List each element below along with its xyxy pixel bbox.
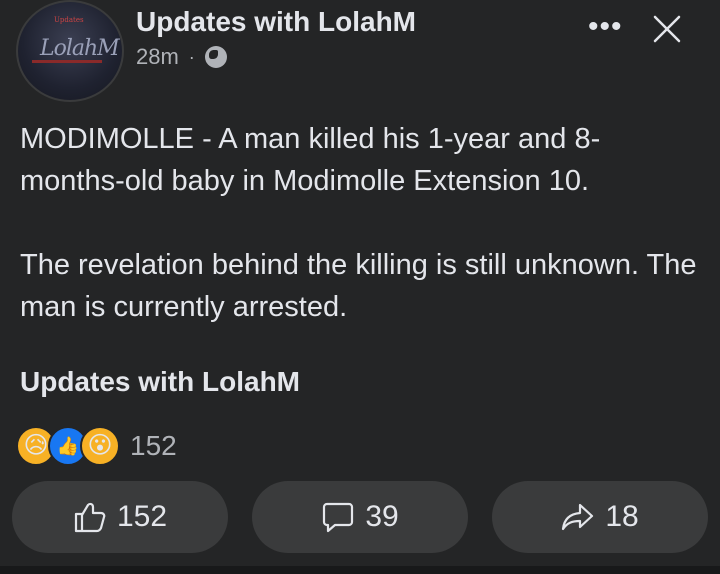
close-icon <box>653 15 681 43</box>
close-button[interactable] <box>652 14 682 44</box>
share-button[interactable]: 18 <box>492 481 708 553</box>
thumbs-up-icon <box>74 502 106 533</box>
bottom-divider <box>0 566 720 574</box>
like-count: 152 <box>116 500 168 533</box>
post-meta: 28m · <box>136 44 227 70</box>
post-paragraph-1: MODIMOLLE - A man killed his 1-year and … <box>20 123 601 197</box>
author-avatar[interactable]: Updates LolahM <box>16 0 124 102</box>
post-signature: Updates with LolahM <box>20 366 300 397</box>
post-paragraph-2: The revelation behind the killing is sti… <box>20 249 697 323</box>
post-text: MODIMOLLE - A man killed his 1-year and … <box>20 118 700 370</box>
comment-icon <box>323 502 354 533</box>
share-count: 18 <box>605 500 639 533</box>
post-time[interactable]: 28m <box>136 44 179 70</box>
comment-button[interactable]: 39 <box>252 481 468 553</box>
more-options-button[interactable]: ••• <box>588 12 623 42</box>
reaction-count: 152 <box>130 430 177 461</box>
avatar-logo-bar <box>32 60 102 63</box>
globe-icon <box>204 46 227 68</box>
meta-separator: · <box>188 46 195 67</box>
action-bar: 152 39 18 <box>12 481 708 553</box>
comment-count: 39 <box>365 500 399 533</box>
avatar-logo-top: Updates <box>54 16 84 24</box>
avatar-logo-text: LolahM <box>40 36 120 61</box>
reactions-summary[interactable]: 😥 👍 😮 152 <box>16 426 177 466</box>
like-button[interactable]: 152 <box>12 481 228 553</box>
share-icon <box>562 503 594 531</box>
author-name[interactable]: Updates with LolahM <box>136 6 416 38</box>
wow-emoji-icon: 😮 <box>80 426 120 466</box>
